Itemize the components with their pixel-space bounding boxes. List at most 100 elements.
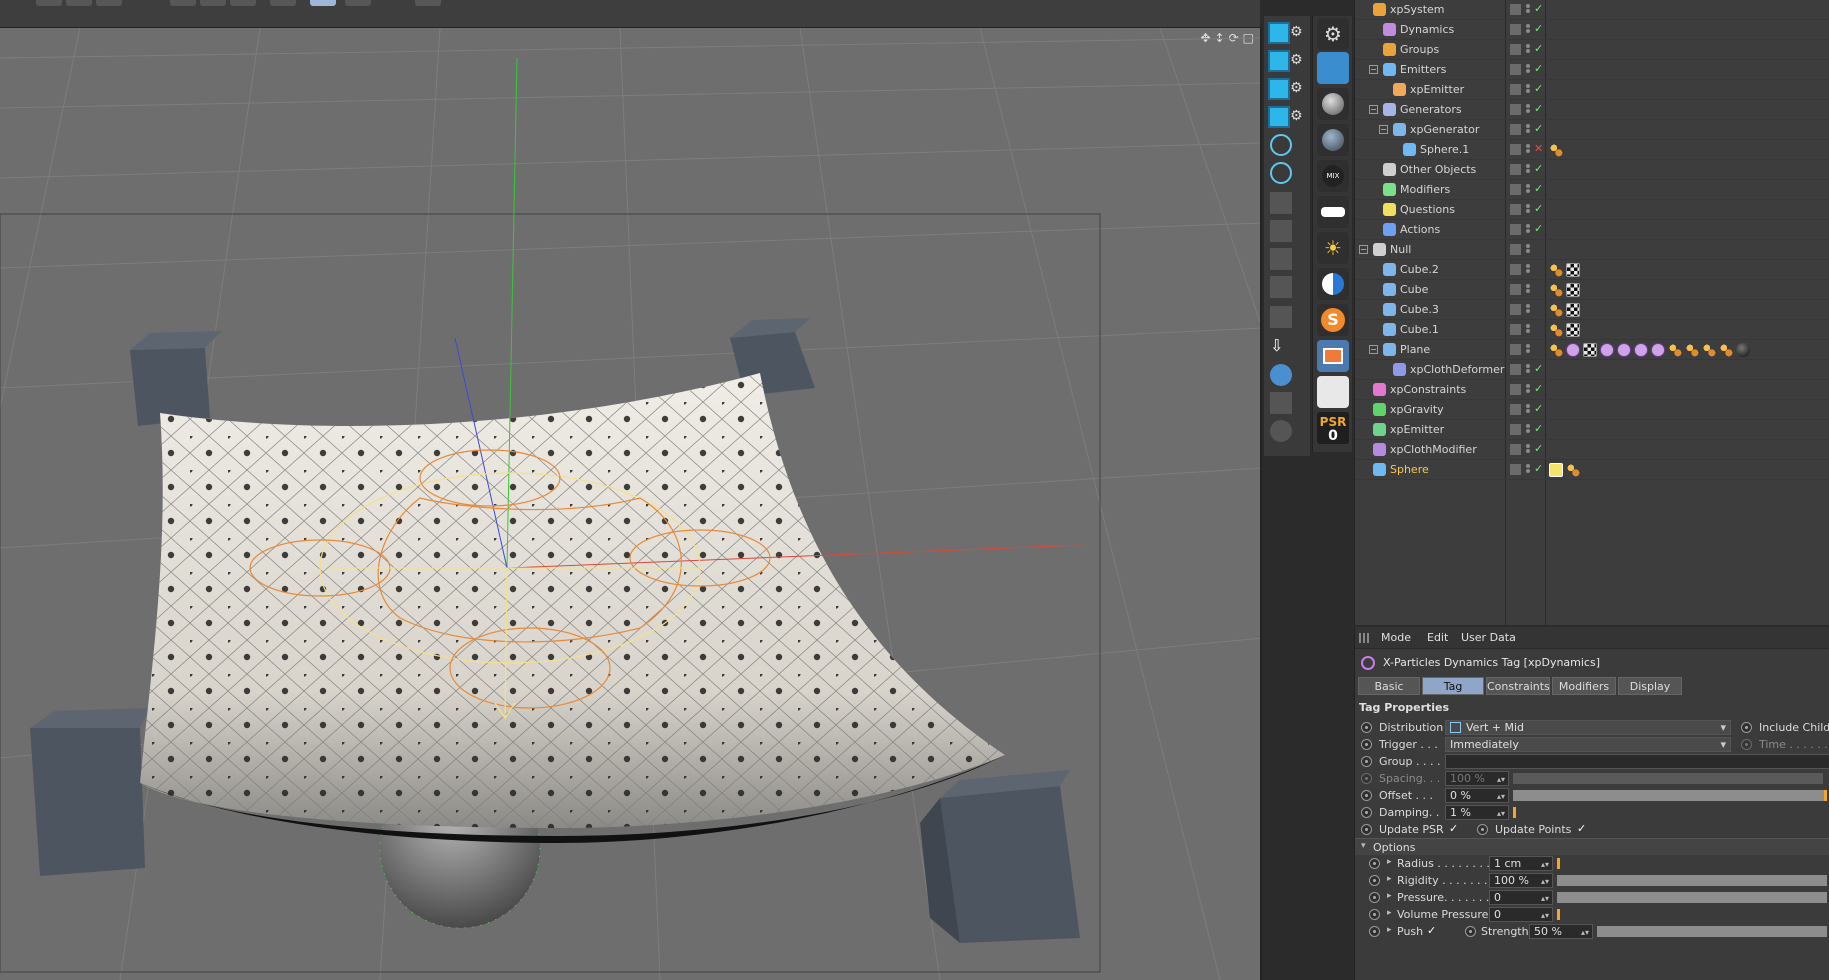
object-row[interactable]: xpClothDeformer ✓ <box>1355 360 1829 380</box>
xp-tag-icon[interactable] <box>1634 343 1648 357</box>
pressure-input[interactable]: 0 ▴▾ <box>1489 890 1553 905</box>
polygons-mode-icon[interactable] <box>1268 106 1290 128</box>
object-name[interactable]: Generators <box>1400 103 1462 116</box>
layer-edit-icon[interactable] <box>1510 184 1521 195</box>
enabled-check-icon[interactable]: ✓ <box>1534 422 1543 435</box>
damping-input[interactable]: 1 % ▴▾ <box>1445 805 1509 820</box>
layer-edit-icon[interactable] <box>1510 384 1521 395</box>
object-name[interactable]: Plane <box>1400 343 1430 356</box>
points-mode-icon[interactable] <box>1268 50 1290 72</box>
object-name[interactable]: Emitters <box>1400 63 1446 76</box>
layer-edit-icon[interactable] <box>1510 204 1521 215</box>
phong-tag-icon[interactable] <box>1719 343 1733 357</box>
phong-tag-icon[interactable] <box>1668 343 1682 357</box>
spacing-anim-dot[interactable] <box>1361 773 1372 784</box>
object-name[interactable]: Cube.2 <box>1400 263 1439 276</box>
tree-collapse-icon[interactable]: − <box>1379 125 1388 134</box>
tab-display[interactable]: Display <box>1618 677 1682 695</box>
mix-material-icon[interactable]: MIX <box>1317 160 1349 192</box>
object-name[interactable]: Modifiers <box>1400 183 1450 196</box>
xp-tag-icon[interactable] <box>1617 343 1631 357</box>
visibility-dots-icon[interactable] <box>1526 343 1532 357</box>
tab-tag[interactable]: Tag <box>1422 677 1484 695</box>
tex-tag-icon[interactable] <box>1583 343 1597 357</box>
object-row[interactable]: Cube.2 <box>1355 260 1829 280</box>
enabled-check-icon[interactable]: ✓ <box>1534 182 1543 195</box>
slider-knob[interactable] <box>1824 790 1827 801</box>
update-points-checkbox[interactable]: ✓ <box>1577 822 1586 835</box>
object-name[interactable]: xpClothDeformer <box>1410 363 1504 376</box>
phong-tag-icon[interactable] <box>1549 143 1563 157</box>
visibility-dots-icon[interactable] <box>1526 243 1532 257</box>
enabled-check-icon[interactable]: ✓ <box>1534 442 1543 455</box>
offset-slider[interactable] <box>1513 790 1827 801</box>
object-name[interactable]: Sphere <box>1390 463 1429 476</box>
visibility-dots-icon[interactable] <box>1526 403 1532 417</box>
tex-tag-icon[interactable] <box>1566 283 1580 297</box>
enabled-check-icon[interactable]: ✓ <box>1534 362 1543 375</box>
layer-edit-icon[interactable] <box>1510 164 1521 175</box>
settings-gear-icon[interactable]: ⚙ <box>1317 18 1349 50</box>
toolbar-button[interactable] <box>36 0 62 6</box>
s-icon[interactable]: S <box>1317 304 1349 336</box>
snap-icon[interactable] <box>1270 192 1292 214</box>
menu-edit[interactable]: Edit <box>1427 631 1448 644</box>
toolbar-button[interactable] <box>230 0 256 6</box>
layer-edit-icon[interactable] <box>1510 284 1521 295</box>
layer-edit-icon[interactable] <box>1510 104 1521 115</box>
object-row[interactable]: Questions ✓ <box>1355 200 1829 220</box>
include-children-anim-dot[interactable] <box>1741 722 1752 733</box>
object-name[interactable]: Cube <box>1400 283 1428 296</box>
expand-triangle-icon[interactable]: ▸ <box>1387 925 1392 935</box>
rigidity-slider[interactable] <box>1557 875 1827 886</box>
quantize-icon[interactable] <box>1270 306 1292 328</box>
expand-triangle-icon[interactable]: ▸ <box>1387 857 1392 867</box>
dyn-tag-icon[interactable] <box>1549 463 1563 477</box>
object-row[interactable]: − Null <box>1355 240 1829 260</box>
gear-icon[interactable]: ⚙ <box>1290 80 1312 102</box>
layer-edit-icon[interactable] <box>1510 24 1521 35</box>
tab-modifiers[interactable]: Modifiers <box>1552 677 1616 695</box>
object-row[interactable]: xpEmitter ✓ <box>1355 80 1829 100</box>
toolbar-button[interactable] <box>270 0 296 6</box>
visibility-dots-icon[interactable] <box>1526 3 1532 17</box>
object-row[interactable]: − Emitters ✓ <box>1355 60 1829 80</box>
radius-anim-dot[interactable] <box>1369 858 1380 869</box>
enabled-check-icon[interactable]: ✓ <box>1534 42 1543 55</box>
visibility-dots-icon[interactable] <box>1526 283 1532 297</box>
enabled-check-icon[interactable]: ✓ <box>1534 162 1543 175</box>
visibility-dots-icon[interactable] <box>1526 103 1532 117</box>
pressure-slider[interactable] <box>1557 892 1827 903</box>
object-row[interactable]: Dynamics ✓ <box>1355 20 1829 40</box>
toolbar-button[interactable] <box>345 0 371 6</box>
object-row[interactable]: − Plane <box>1355 340 1829 360</box>
enabled-check-icon[interactable]: ✓ <box>1534 462 1543 475</box>
toolbar-button[interactable] <box>310 0 336 6</box>
enabled-check-icon[interactable]: ✓ <box>1534 402 1543 415</box>
disabled-x-icon[interactable]: ✕ <box>1534 142 1543 155</box>
light-card-icon[interactable] <box>1317 196 1349 228</box>
layer-edit-icon[interactable] <box>1510 244 1521 255</box>
layer-edit-icon[interactable] <box>1510 304 1521 315</box>
object-row[interactable]: Groups ✓ <box>1355 40 1829 60</box>
object-row[interactable]: Modifiers ✓ <box>1355 180 1829 200</box>
layer-edit-icon[interactable] <box>1510 424 1521 435</box>
damping-anim-dot[interactable] <box>1361 807 1372 818</box>
workplane-icon[interactable] <box>1270 248 1292 270</box>
menu-user-data[interactable]: User Data <box>1461 631 1516 644</box>
enabled-check-icon[interactable]: ✓ <box>1534 202 1543 215</box>
spacing-slider[interactable] <box>1513 773 1823 784</box>
layer-edit-icon[interactable] <box>1510 64 1521 75</box>
object-name[interactable]: Dynamics <box>1400 23 1454 36</box>
xp-system-icon[interactable] <box>1317 52 1349 84</box>
update-psr-checkbox[interactable]: ✓ <box>1449 822 1458 835</box>
visibility-dots-icon[interactable] <box>1526 143 1532 157</box>
toolbar-button[interactable] <box>170 0 196 6</box>
texture-mode-icon[interactable] <box>1270 162 1292 184</box>
tree-collapse-icon[interactable]: − <box>1369 345 1378 354</box>
object-row[interactable]: Sphere.1 ✕ <box>1355 140 1829 160</box>
expand-triangle-icon[interactable]: ▸ <box>1387 908 1392 918</box>
enabled-check-icon[interactable]: ✓ <box>1534 102 1543 115</box>
sun-icon[interactable]: ☀ <box>1317 232 1349 264</box>
layer-edit-icon[interactable] <box>1510 444 1521 455</box>
